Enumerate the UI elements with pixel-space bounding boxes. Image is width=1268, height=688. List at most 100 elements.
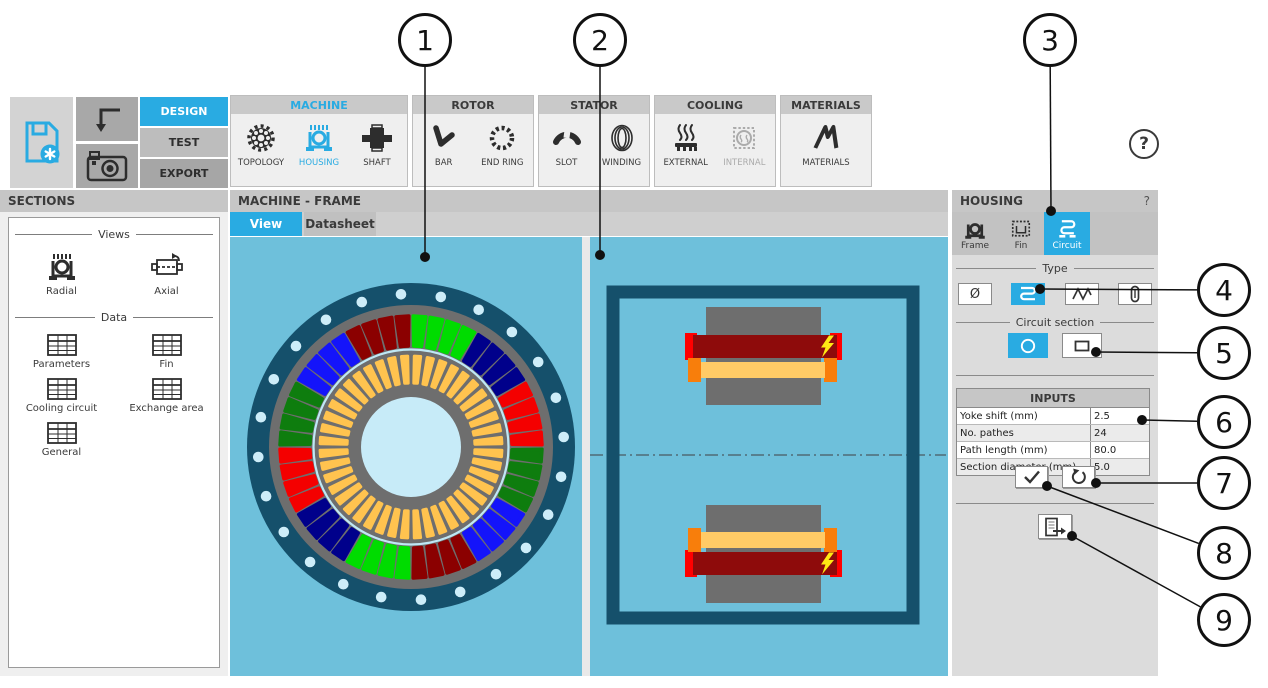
tab-view[interactable]: View	[230, 212, 302, 236]
frame-tab-icon	[965, 222, 985, 239]
input-value[interactable]: 2.5	[1090, 408, 1149, 424]
view-item-axial[interactable]: Axial	[114, 251, 219, 297]
ribbon-item-label: SHAFT	[363, 158, 391, 168]
data-item-parameters[interactable]: Parameters	[9, 334, 114, 370]
ribbon-item-label: END RING	[481, 158, 524, 168]
input-label: No. pathes	[960, 427, 1014, 439]
export-mode-button[interactable]: EXPORT	[140, 159, 228, 188]
apply-button[interactable]	[1015, 466, 1048, 488]
type-serpentine-button[interactable]	[1011, 283, 1046, 305]
ribbon-item-topology[interactable]: TOPOLOGY	[233, 122, 289, 168]
callout-4: 4	[1197, 263, 1251, 317]
housing-panel-title: HOUSING	[960, 194, 1023, 208]
axial-view[interactable]	[590, 237, 948, 676]
tab-datasheet[interactable]: Datasheet	[304, 212, 376, 236]
table-row: No. pathes 24	[957, 425, 1149, 442]
type-straight-button[interactable]	[1117, 283, 1152, 305]
end-ring-icon	[490, 125, 515, 151]
table-icon	[46, 422, 77, 444]
tab-circuit[interactable]: Circuit	[1044, 212, 1090, 255]
ribbon-group-cooling: COOLING EXTERNAL INTERNAL	[654, 95, 776, 187]
save-button[interactable]	[10, 97, 73, 188]
circuit-tab-icon	[1059, 219, 1076, 238]
circuit-section-options	[952, 333, 1158, 358]
sections-box: Views Radial Axial Data Parameters Fin C…	[8, 217, 220, 668]
check-icon	[1023, 470, 1040, 484]
input-value[interactable]: 24	[1090, 425, 1149, 441]
tab-frame[interactable]: Frame	[952, 212, 998, 255]
ribbon-group-rotor: ROTOR BAR END RING	[412, 95, 534, 187]
ribbon-item-housing[interactable]: HOUSING	[291, 122, 347, 168]
reset-icon	[1071, 468, 1086, 484]
save-icon	[25, 121, 59, 163]
table-row: Path length (mm) 80.0	[957, 442, 1149, 459]
table-row: Yoke shift (mm) 2.5	[957, 408, 1149, 425]
sections-panel: SECTIONS Views Radial Axial Data Paramet…	[0, 190, 228, 676]
ribbon-group-machine: MACHINE TOPOLOGY HOUSING SHAFT	[230, 95, 408, 187]
table-icon	[151, 334, 182, 356]
circle-section-icon	[1020, 338, 1036, 353]
circuit-type-options: Ø	[958, 283, 1152, 305]
axial-view-icon	[150, 253, 183, 275]
ribbon-item-external[interactable]: EXTERNAL	[658, 122, 714, 168]
callout-9: 9	[1197, 593, 1251, 647]
data-item-label: Exchange area	[129, 403, 204, 414]
ribbon-item-shaft[interactable]: SHAFT	[349, 122, 405, 168]
data-item-cooling-circuit[interactable]: Cooling circuit	[9, 378, 114, 414]
housing-icon	[306, 125, 332, 151]
ribbon-item-slot[interactable]: SLOT	[539, 122, 594, 168]
data-item-general[interactable]: General	[9, 422, 114, 458]
callout-3: 3	[1023, 13, 1077, 67]
input-value[interactable]: 80.0	[1090, 442, 1149, 458]
top-toolbar: DESIGN TEST EXPORT MACHINE TOPOLOGY HOUS…	[0, 92, 1268, 190]
view-item-label: Radial	[46, 286, 77, 297]
undo-icon	[96, 108, 120, 132]
machine-canvas	[230, 237, 948, 676]
data-item-fin[interactable]: Fin	[114, 334, 219, 370]
ribbon-item-label: TOPOLOGY	[237, 158, 285, 168]
help-button[interactable]: ?	[1129, 129, 1159, 159]
test-mode-button[interactable]: TEST	[140, 128, 228, 157]
screenshot-button[interactable]	[76, 144, 138, 188]
undo-button[interactable]	[76, 97, 138, 141]
ribbon-item-label: EXTERNAL	[663, 158, 708, 168]
tab-label: Frame	[960, 240, 990, 251]
zigzag-icon	[1071, 287, 1092, 301]
view-item-radial[interactable]: Radial	[9, 251, 114, 297]
callout-6: 6	[1197, 395, 1251, 449]
tab-fin[interactable]: Fin	[998, 212, 1044, 255]
ribbon-group-title: ROTOR	[413, 96, 533, 114]
divider	[956, 503, 1154, 504]
export-icon	[1045, 517, 1066, 536]
action-buttons	[952, 466, 1158, 488]
ribbon-item-materials[interactable]: MATERIALS	[798, 122, 854, 168]
table-icon	[46, 378, 77, 400]
materials-icon	[813, 125, 839, 149]
type-none-button[interactable]: Ø	[958, 283, 992, 305]
export-results-button[interactable]	[1038, 514, 1072, 539]
section-circular-button[interactable]	[1008, 333, 1048, 358]
ribbon-group-title: STATOR	[539, 96, 649, 114]
sections-panel-title: SECTIONS	[8, 194, 76, 208]
data-separator: Data	[15, 311, 213, 324]
section-rectangular-button[interactable]	[1062, 333, 1102, 358]
data-item-exchange-area[interactable]: Exchange area	[114, 378, 219, 414]
type-zigzag-button[interactable]	[1064, 283, 1099, 305]
data-item-label: Parameters	[32, 359, 91, 370]
ribbon-group-title: COOLING	[655, 96, 775, 114]
design-mode-button[interactable]: DESIGN	[140, 97, 228, 126]
callout-5: 5	[1197, 326, 1251, 380]
radial-view[interactable]	[230, 237, 582, 676]
ribbon-item-label: BAR	[434, 158, 453, 168]
topology-icon	[247, 124, 275, 152]
housing-panel: HOUSING ? Frame Fin Circuit Type Ø Circu…	[952, 190, 1158, 676]
reset-button[interactable]	[1062, 466, 1095, 488]
fin-tab-icon	[1011, 220, 1031, 237]
ribbon-item-bar[interactable]: BAR	[416, 122, 472, 168]
ribbon-item-end-ring[interactable]: END RING	[474, 122, 530, 168]
tab-label: Circuit	[1052, 240, 1082, 251]
ribbon-item-winding[interactable]: WINDING	[594, 122, 649, 168]
housing-help-icon[interactable]: ?	[1144, 194, 1150, 208]
housing-tab-bar: Frame Fin Circuit	[952, 212, 1158, 255]
callout-2: 2	[573, 13, 627, 67]
